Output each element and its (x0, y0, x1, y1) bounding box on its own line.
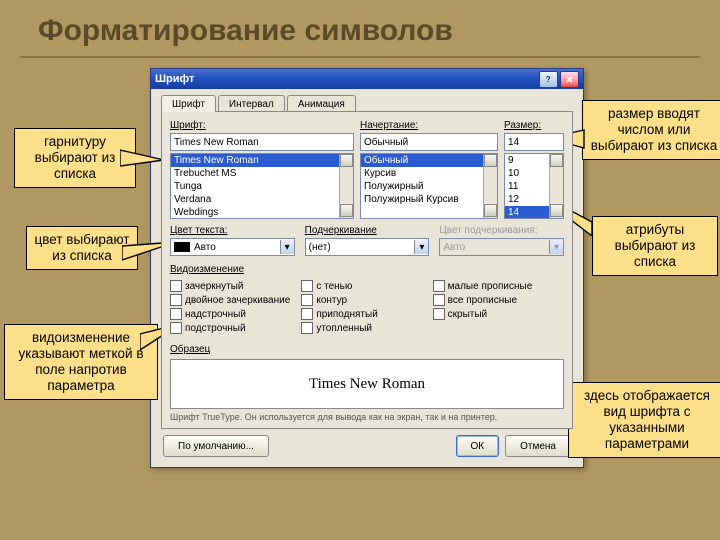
style-label: Начертание: (360, 120, 498, 131)
checkbox-hidden[interactable]: скрытый (433, 308, 564, 320)
font-input[interactable]: Times New Roman (170, 133, 354, 151)
tab-animation[interactable]: Анимация (287, 95, 356, 112)
close-button[interactable] (560, 71, 579, 88)
checkbox-engrave[interactable]: утопленный (301, 322, 432, 334)
title-underline (20, 56, 700, 58)
tab-panel: Шрифт: Times New Roman Times New Roman T… (161, 111, 573, 429)
help-button[interactable]: ? (539, 71, 558, 88)
truetype-hint: Шрифт TrueType. Он используется для выво… (170, 412, 564, 422)
color-value: Авто (194, 242, 216, 253)
ucolor-label: Цвет подчеркивания: (439, 225, 564, 236)
color-swatch (174, 242, 190, 252)
ucolor-value: Авто (440, 242, 549, 253)
font-list[interactable]: Times New Roman Trebuchet MS Tunga Verda… (170, 153, 354, 219)
ok-button[interactable]: ОК (456, 435, 500, 457)
default-button[interactable]: По умолчанию... (163, 435, 269, 457)
tab-font[interactable]: Шрифт (161, 95, 216, 112)
list-item[interactable]: Times New Roman (171, 154, 353, 167)
checkbox-sub[interactable]: подстрочный (170, 322, 301, 334)
style-list[interactable]: Обычный Курсив Полужирный Полужирный Кур… (360, 153, 498, 219)
callout-size: размер вводят числом или выбирают из спи… (582, 100, 720, 160)
checkbox-super[interactable]: надстрочный (170, 308, 301, 320)
effects-group: Видоизменение зачеркнутый двойное зачерк… (170, 264, 564, 336)
tab-strip: Шрифт Интервал Анимация (161, 95, 573, 112)
checkbox-outline[interactable]: контур (301, 294, 432, 306)
size-label: Размер: (504, 120, 564, 131)
callout-font: гарнитуру выбирают из списка (14, 128, 136, 188)
list-item[interactable]: Verdana (171, 193, 353, 206)
underline-value: (нет) (306, 242, 415, 253)
font-dialog: Шрифт ? Шрифт Интервал Анимация Шрифт: T… (150, 68, 584, 468)
slide-title: Форматирование символов (38, 14, 453, 48)
checkbox-smallcaps[interactable]: малые прописные (433, 280, 564, 292)
size-list[interactable]: 9 10 11 12 14 (504, 153, 564, 219)
scrollbar[interactable] (339, 154, 353, 218)
chevron-down-icon: ▾ (414, 240, 428, 254)
list-item[interactable]: Курсив (361, 167, 497, 180)
style-input[interactable]: Обычный (360, 133, 498, 151)
titlebar[interactable]: Шрифт ? (151, 69, 583, 89)
cancel-button[interactable]: Отмена (505, 435, 571, 457)
font-label: Шрифт: (170, 120, 354, 131)
preview-box: Times New Roman (170, 359, 564, 409)
callout-attrs: атрибуты выбирают из списка (592, 216, 718, 276)
tab-spacing[interactable]: Интервал (218, 95, 285, 112)
checkbox-dblstrike[interactable]: двойное зачеркивание (170, 294, 301, 306)
underline-dropdown[interactable]: (нет) ▾ (305, 238, 430, 256)
callout-effects: видоизменение указывают меткой в поле на… (4, 324, 158, 400)
checkbox-allcaps[interactable]: все прописные (433, 294, 564, 306)
checkbox-shadow[interactable]: с тенью (301, 280, 432, 292)
scrollbar[interactable] (549, 154, 563, 218)
color-dropdown[interactable]: Авто ▾ (170, 238, 295, 256)
callout-preview: здесь отображается вид шрифта с указанны… (568, 382, 720, 458)
effects-label: Видоизменение (170, 264, 564, 275)
size-input[interactable]: 14 (504, 133, 564, 151)
checkbox-emboss[interactable]: приподнятый (301, 308, 432, 320)
list-item[interactable]: Полужирный (361, 180, 497, 193)
checkbox-strike[interactable]: зачеркнутый (170, 280, 301, 292)
scrollbar[interactable] (483, 154, 497, 218)
underline-label: Подчеркивание (305, 225, 430, 236)
list-item[interactable]: Полужирный Курсив (361, 193, 497, 206)
list-item[interactable]: Обычный (361, 154, 497, 167)
preview-label: Образец (170, 344, 564, 355)
ucolor-dropdown: Авто ▾ (439, 238, 564, 256)
dialog-title: Шрифт (155, 73, 537, 85)
list-item[interactable]: Webdings (171, 206, 353, 219)
chevron-down-icon: ▾ (280, 240, 294, 254)
chevron-down-icon: ▾ (549, 240, 563, 254)
list-item[interactable]: Trebuchet MS (171, 167, 353, 180)
list-item[interactable]: Tunga (171, 180, 353, 193)
color-label: Цвет текста: (170, 225, 295, 236)
svg-text:?: ? (546, 75, 551, 84)
